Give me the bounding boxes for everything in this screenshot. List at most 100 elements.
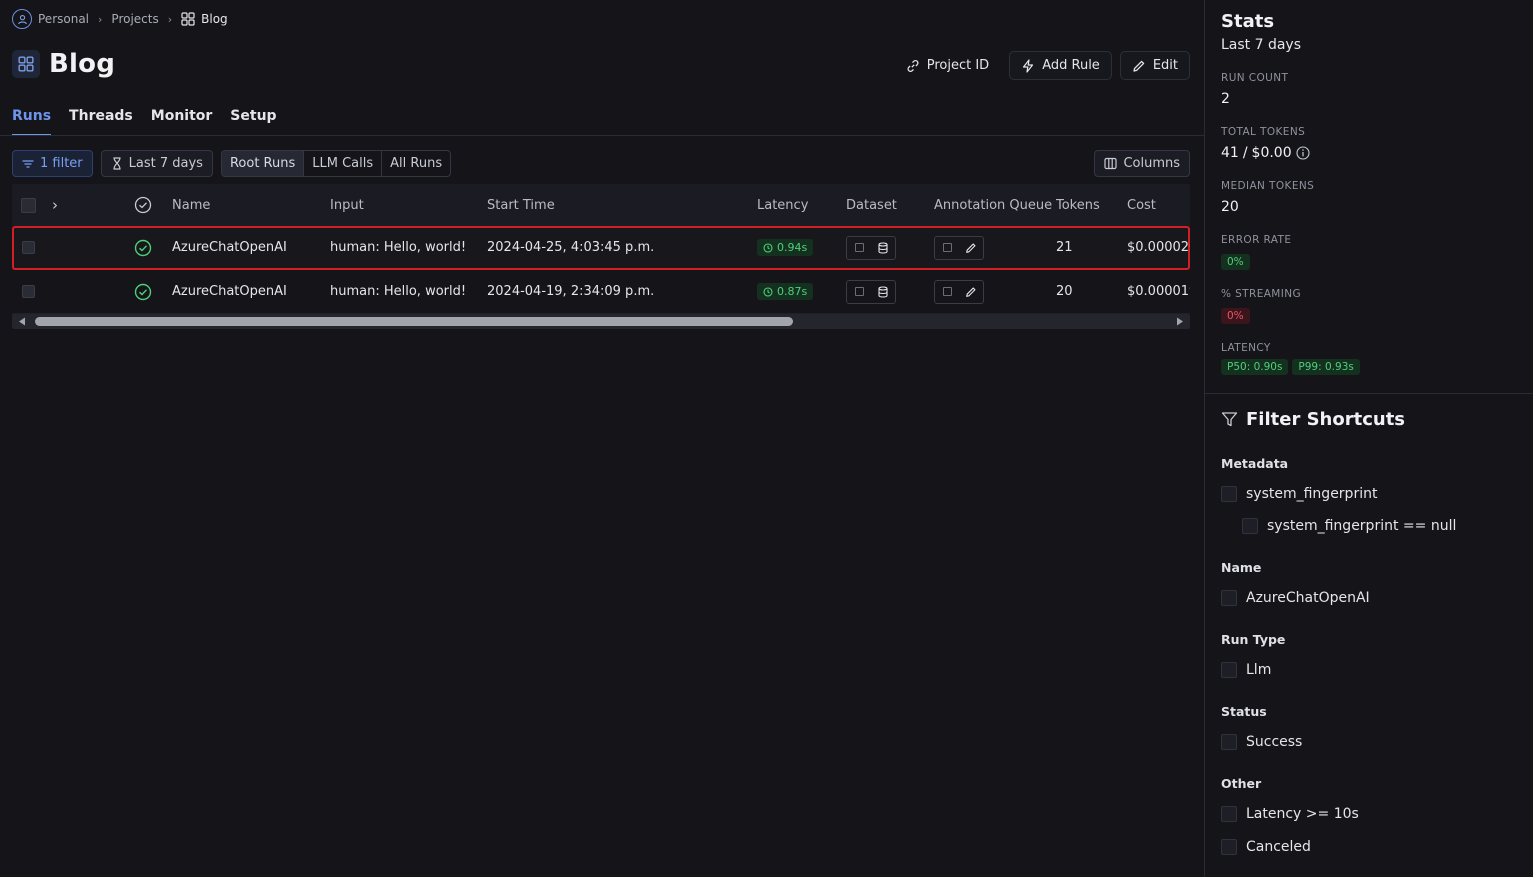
row-name: AzureChatOpenAI bbox=[172, 240, 287, 255]
annotation-checkbox[interactable] bbox=[942, 287, 952, 296]
select-all-checkbox[interactable] bbox=[21, 197, 36, 213]
header-tokens[interactable]: Tokens bbox=[1056, 184, 1100, 226]
latency-badge: 0.94s bbox=[757, 239, 814, 256]
columns-button[interactable]: Columns bbox=[1094, 150, 1190, 177]
shortcut-name-azurechatopenai[interactable]: AzureChatOpenAI bbox=[1221, 590, 1370, 606]
add-to-dataset-control bbox=[846, 279, 896, 304]
project-grid-icon bbox=[12, 50, 40, 78]
shortcut-label: AzureChatOpenAI bbox=[1246, 590, 1370, 606]
breadcrumb-workspace[interactable]: Personal bbox=[12, 9, 89, 29]
row-input: human: Hello, world! bbox=[330, 240, 467, 255]
add-to-annotation-queue-control bbox=[934, 235, 984, 260]
scroll-right-arrow-icon[interactable] bbox=[1175, 317, 1184, 326]
shortcut-checkbox[interactable] bbox=[1221, 662, 1237, 678]
scrollbar-thumb[interactable] bbox=[35, 317, 793, 326]
header-cost[interactable]: Cost bbox=[1127, 184, 1156, 226]
shortcut-label: system_fingerprint == null bbox=[1267, 518, 1457, 534]
shortcut-system-fingerprint-null[interactable]: system_fingerprint == null bbox=[1242, 518, 1456, 534]
shortcut-checkbox[interactable] bbox=[1221, 486, 1237, 502]
shortcut-canceled[interactable]: Canceled bbox=[1221, 839, 1311, 855]
shortcut-label: system_fingerprint bbox=[1246, 486, 1378, 502]
user-icon bbox=[12, 9, 32, 29]
tab-threads[interactable]: Threads bbox=[69, 102, 133, 136]
shortcut-system-fingerprint[interactable]: system_fingerprint bbox=[1221, 486, 1377, 502]
header-annotation-queue[interactable]: Annotation Queue bbox=[934, 184, 1052, 226]
lightning-icon bbox=[1023, 58, 1034, 73]
latency-p50-badge: P50: 0.90s bbox=[1221, 359, 1289, 375]
filter-shortcuts-title: Filter Shortcuts bbox=[1246, 409, 1406, 430]
shortcut-latency-over-10s[interactable]: Latency >= 10s bbox=[1221, 806, 1359, 822]
grid-icon bbox=[181, 12, 195, 26]
breadcrumb-projects[interactable]: Projects bbox=[111, 12, 158, 26]
table-header: › Name Input Start Time Latency Dataset … bbox=[12, 184, 1190, 226]
segment-all-runs[interactable]: All Runs bbox=[381, 151, 450, 176]
shortcut-checkbox[interactable] bbox=[1221, 590, 1237, 606]
header-latency[interactable]: Latency bbox=[757, 184, 808, 226]
expand-all-chevron-icon[interactable]: › bbox=[52, 196, 58, 214]
header-input[interactable]: Input bbox=[330, 184, 364, 226]
columns-icon bbox=[1104, 157, 1118, 170]
pencil-icon[interactable] bbox=[959, 281, 983, 303]
row-checkbox[interactable] bbox=[22, 241, 35, 254]
total-tokens-value: 41 / $0.00 bbox=[1221, 145, 1310, 161]
edit-button[interactable]: Edit bbox=[1119, 51, 1190, 80]
median-tokens-label: MEDIAN TOKENS bbox=[1221, 180, 1315, 192]
time-range-button[interactable]: Last 7 days bbox=[100, 150, 213, 177]
filter-count-label: 1 filter bbox=[40, 156, 83, 171]
row-start-time: 2024-04-19, 2:34:09 p.m. bbox=[487, 284, 655, 299]
shortcut-run-type-llm[interactable]: Llm bbox=[1221, 662, 1271, 678]
info-icon[interactable] bbox=[1296, 146, 1310, 160]
add-rule-button[interactable]: Add Rule bbox=[1009, 51, 1112, 80]
latency-label: LATENCY bbox=[1221, 342, 1271, 354]
row-start-time: 2024-04-25, 4:03:45 p.m. bbox=[487, 240, 655, 255]
page-header: Blog bbox=[12, 49, 115, 79]
breadcrumb: Personal › Projects › Blog bbox=[12, 8, 228, 30]
row-input: human: Hello, world! bbox=[330, 284, 467, 299]
row-cost: $0.000020 bbox=[1127, 240, 1190, 255]
run-type-section-label: Run Type bbox=[1221, 632, 1286, 647]
project-id-button[interactable]: Project ID bbox=[894, 51, 1001, 80]
header-name[interactable]: Name bbox=[172, 184, 210, 226]
table-row[interactable]: AzureChatOpenAI human: Hello, world! 202… bbox=[12, 226, 1190, 270]
page-title: Blog bbox=[49, 49, 116, 79]
latency-p99-badge: P99: 0.93s bbox=[1292, 359, 1360, 375]
shortcut-checkbox[interactable] bbox=[1221, 734, 1237, 750]
filter-lines-icon bbox=[22, 159, 34, 168]
scroll-left-arrow-icon[interactable] bbox=[18, 317, 27, 326]
tab-runs[interactable]: Runs bbox=[12, 102, 52, 136]
annotation-checkbox[interactable] bbox=[942, 243, 952, 252]
header-start-time[interactable]: Start Time bbox=[487, 184, 555, 226]
total-tokens-count: 41 bbox=[1221, 145, 1239, 161]
segment-llm-calls[interactable]: LLM Calls bbox=[303, 151, 381, 176]
main-pane: Personal › Projects › Blog Blog Project … bbox=[0, 0, 1204, 877]
shortcut-status-success[interactable]: Success bbox=[1221, 734, 1302, 750]
shortcut-label: Llm bbox=[1246, 662, 1272, 678]
header-actions: Project ID Add Rule Edit bbox=[894, 51, 1190, 80]
dataset-checkbox[interactable] bbox=[854, 243, 864, 252]
segment-root-runs[interactable]: Root Runs bbox=[221, 151, 304, 176]
header-dataset[interactable]: Dataset bbox=[846, 184, 897, 226]
table-row[interactable]: AzureChatOpenAI human: Hello, world! 202… bbox=[12, 270, 1190, 314]
database-icon[interactable] bbox=[871, 281, 895, 303]
row-tokens: 20 bbox=[1056, 284, 1073, 299]
other-section-label: Other bbox=[1221, 776, 1262, 791]
shortcut-checkbox[interactable] bbox=[1221, 806, 1237, 822]
pencil-icon[interactable] bbox=[959, 237, 983, 259]
dataset-checkbox[interactable] bbox=[854, 287, 864, 296]
horizontal-scrollbar[interactable] bbox=[12, 314, 1190, 329]
shortcut-checkbox[interactable] bbox=[1242, 518, 1258, 534]
shortcut-checkbox[interactable] bbox=[1221, 839, 1237, 855]
run-count-value: 2 bbox=[1221, 91, 1230, 107]
row-tokens: 21 bbox=[1056, 240, 1073, 255]
pencil-icon bbox=[1133, 60, 1145, 72]
stats-subtitle: Last 7 days bbox=[1221, 37, 1302, 53]
funnel-icon bbox=[1221, 412, 1238, 427]
database-icon[interactable] bbox=[871, 237, 895, 259]
tab-monitor[interactable]: Monitor bbox=[151, 102, 213, 136]
filter-shortcuts-header: Filter Shortcuts bbox=[1221, 409, 1405, 430]
row-checkbox[interactable] bbox=[22, 285, 35, 298]
filter-button[interactable]: 1 filter bbox=[12, 150, 93, 177]
error-rate-badge: 0% bbox=[1221, 254, 1250, 270]
add-rule-label: Add Rule bbox=[1042, 58, 1100, 73]
tab-setup[interactable]: Setup bbox=[230, 102, 276, 136]
